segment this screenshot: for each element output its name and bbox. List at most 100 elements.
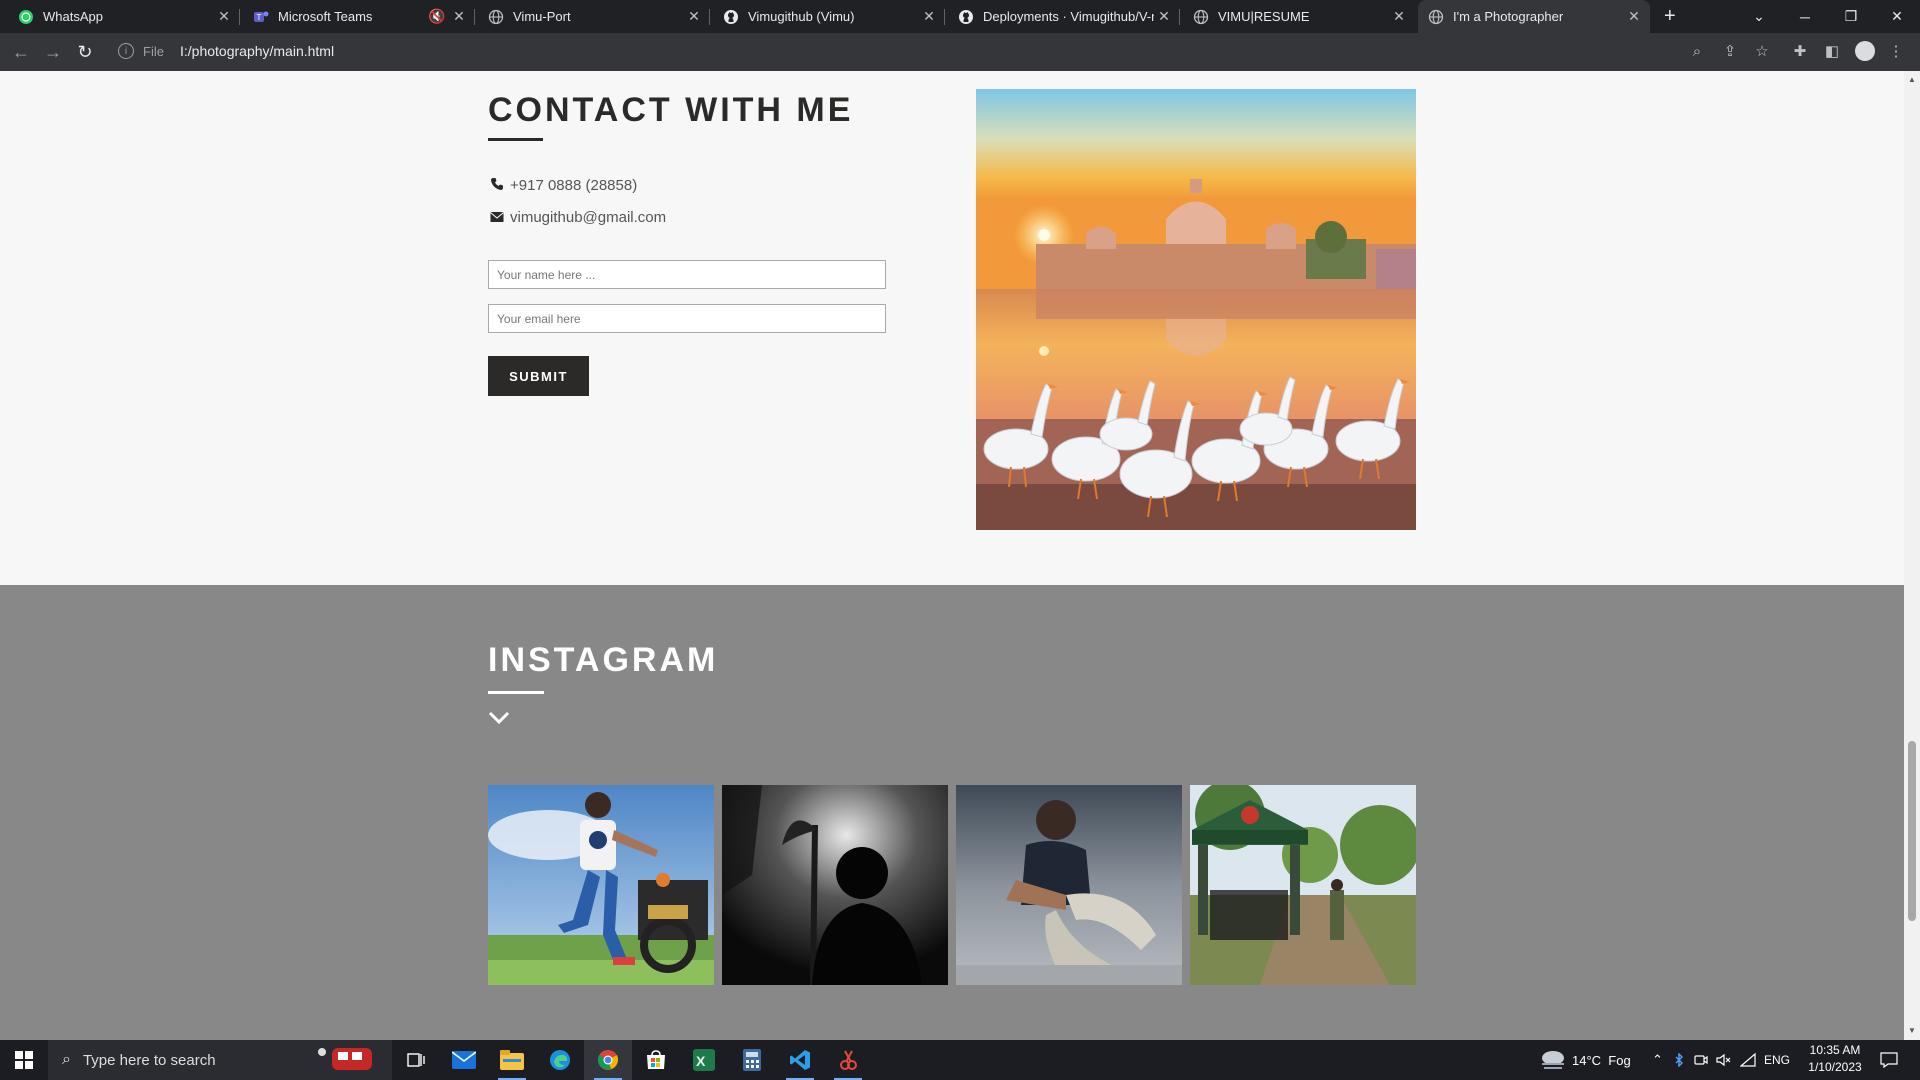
weather-widget[interactable]: 14°C Fog [1540, 1040, 1631, 1080]
tab-label: VIMU|RESUME [1218, 9, 1310, 24]
site-info-chip[interactable]: i File [118, 43, 164, 59]
scrollbar-thumb[interactable] [1908, 741, 1916, 921]
instagram-heading: INSTAGRAM [488, 641, 719, 679]
close-window-button[interactable]: ✕ [1874, 0, 1920, 33]
tray-chevron-up-icon[interactable]: ⌃ [1652, 1040, 1663, 1080]
system-clock[interactable]: 10:35 AM 1/10/2023 [1800, 1042, 1870, 1076]
svg-text:T: T [257, 13, 262, 22]
close-tab-icon[interactable]: ✕ [1154, 8, 1174, 25]
tab-whatsapp[interactable]: WhatsApp ✕ [8, 0, 240, 33]
bluetooth-icon[interactable] [1674, 1040, 1684, 1080]
instagram-section: INSTAGRAM [0, 585, 1904, 1040]
name-input[interactable] [488, 260, 886, 289]
windows-start-button[interactable] [0, 1040, 48, 1080]
heading-underline [488, 138, 543, 141]
tab-label: Vimugithub (Vimu) [748, 9, 855, 24]
forward-button[interactable]: → [42, 41, 64, 63]
task-view-icon[interactable] [392, 1040, 440, 1080]
search-placeholder: Type here to search [82, 1051, 216, 1069]
scroll-up-arrow-icon[interactable]: ▲ [1907, 75, 1917, 85]
email-address: vimugithub@gmail.com [510, 209, 667, 226]
snipping-tool-icon[interactable] [824, 1040, 872, 1080]
page-viewport: CONTACT WITH ME +917 0888 (28858) vimugi… [0, 71, 1904, 1040]
clock-date: 1/10/2023 [1808, 1060, 1862, 1074]
address-bar[interactable]: I:/photography/main.html [180, 43, 334, 59]
speaker-muted-icon[interactable] [1716, 1040, 1732, 1080]
instagram-photo-2[interactable] [722, 785, 948, 985]
bookmark-star-icon[interactable]: ☆ [1752, 41, 1772, 61]
vscode-icon[interactable] [776, 1040, 824, 1080]
clock-time: 10:35 AM [1809, 1043, 1861, 1057]
calculator-icon[interactable] [728, 1040, 776, 1080]
tab-label: I'm a Photographer [1453, 9, 1564, 24]
new-tab-button[interactable]: + [1664, 5, 1676, 28]
windows-taskbar: ⌕ Type here to search X 14°C Fog ⌃ ENG 1… [0, 1040, 1920, 1080]
phone-number: +917 0888 (28858) [510, 177, 638, 194]
submit-button[interactable]: SUBMIT [488, 356, 589, 396]
tab-deployments[interactable]: Deployments · Vimugithub/V-re ✕ [948, 0, 1180, 33]
chrome-icon[interactable] [584, 1040, 632, 1080]
close-tab-icon[interactable]: ✕ [1624, 8, 1644, 25]
store-icon[interactable] [632, 1040, 680, 1080]
meet-now-icon[interactable] [1694, 1040, 1708, 1080]
notification-center-icon[interactable] [1880, 1040, 1898, 1080]
tab-label: Deployments · Vimugithub/V-re [983, 9, 1154, 24]
page-scrollbar[interactable]: ▲ ▼ [1904, 71, 1920, 1040]
tab-vimugithub[interactable]: Vimugithub (Vimu) ✕ [713, 0, 945, 33]
language-indicator[interactable]: ENG [1764, 1040, 1790, 1080]
whatsapp-icon [18, 9, 34, 25]
back-button[interactable]: ← [10, 41, 32, 63]
file-explorer-icon[interactable] [488, 1040, 536, 1080]
reload-button[interactable]: ↻ [74, 41, 96, 63]
close-tab-icon[interactable]: ✕ [1389, 8, 1409, 25]
heading-underline [488, 691, 544, 694]
taskbar-search-box[interactable]: ⌕ Type here to search [48, 1040, 392, 1080]
globe-icon [1428, 9, 1444, 25]
fog-cloud-icon [1540, 1049, 1566, 1072]
contact-email: vimugithub@gmail.com [490, 209, 666, 226]
tab-label: WhatsApp [43, 9, 103, 24]
tab-photographer[interactable]: I'm a Photographer ✕ [1418, 0, 1650, 33]
instagram-photo-1[interactable] [488, 785, 714, 985]
tab-microsoft-teams[interactable]: T Microsoft Teams 🔇 ✕ [243, 0, 475, 33]
scroll-down-arrow-icon[interactable]: ▼ [1907, 1026, 1917, 1036]
close-tab-icon[interactable]: ✕ [684, 8, 704, 25]
globe-icon [488, 9, 504, 25]
wifi-icon[interactable] [1740, 1040, 1756, 1080]
close-tab-icon[interactable]: ✕ [214, 8, 234, 25]
chevron-down-icon[interactable] [488, 710, 510, 726]
muted-speaker-icon[interactable]: 🔇 [427, 8, 447, 25]
phone-icon [490, 177, 508, 194]
close-tab-icon[interactable]: ✕ [449, 8, 469, 25]
tab-label: Vimu-Port [513, 9, 571, 24]
extensions-icon[interactable]: ✚ [1790, 41, 1810, 61]
xampp-icon[interactable]: X [680, 1040, 728, 1080]
minimize-button[interactable]: ─ [1782, 0, 1828, 33]
teams-icon: T [253, 9, 269, 25]
browser-tab-bar: WhatsApp ✕ T Microsoft Teams 🔇 ✕ Vimu-Po… [0, 0, 1920, 33]
mail-icon[interactable] [440, 1040, 488, 1080]
side-panel-icon[interactable]: ◧ [1822, 41, 1842, 61]
github-icon [723, 9, 739, 25]
tab-vimu-resume[interactable]: VIMU|RESUME ✕ [1183, 0, 1415, 33]
email-input[interactable] [488, 304, 886, 333]
edge-icon[interactable] [536, 1040, 584, 1080]
globe-icon [1193, 9, 1209, 25]
profile-avatar[interactable] [1855, 41, 1875, 61]
tab-vimu-port[interactable]: Vimu-Port ✕ [478, 0, 710, 33]
tab-search-chevron-icon[interactable]: ⌄ [1736, 0, 1782, 33]
instagram-photo-3[interactable] [956, 785, 1182, 985]
search-icon: ⌕ [62, 1051, 71, 1068]
restore-button[interactable]: ❐ [1828, 0, 1874, 33]
share-icon[interactable]: ⇪ [1720, 41, 1740, 61]
svg-text:X: X [696, 1053, 706, 1069]
tab-label: Microsoft Teams [278, 9, 373, 24]
contact-heading: CONTACT WITH ME [488, 91, 854, 129]
search-highlight-icon [312, 1042, 382, 1078]
menu-dots-icon[interactable]: ⋮ [1886, 41, 1906, 61]
contact-photo [976, 89, 1416, 530]
info-icon: i [118, 43, 134, 59]
zoom-icon[interactable]: ⌕ [1687, 41, 1707, 61]
close-tab-icon[interactable]: ✕ [919, 8, 939, 25]
instagram-photo-4[interactable] [1190, 785, 1416, 985]
